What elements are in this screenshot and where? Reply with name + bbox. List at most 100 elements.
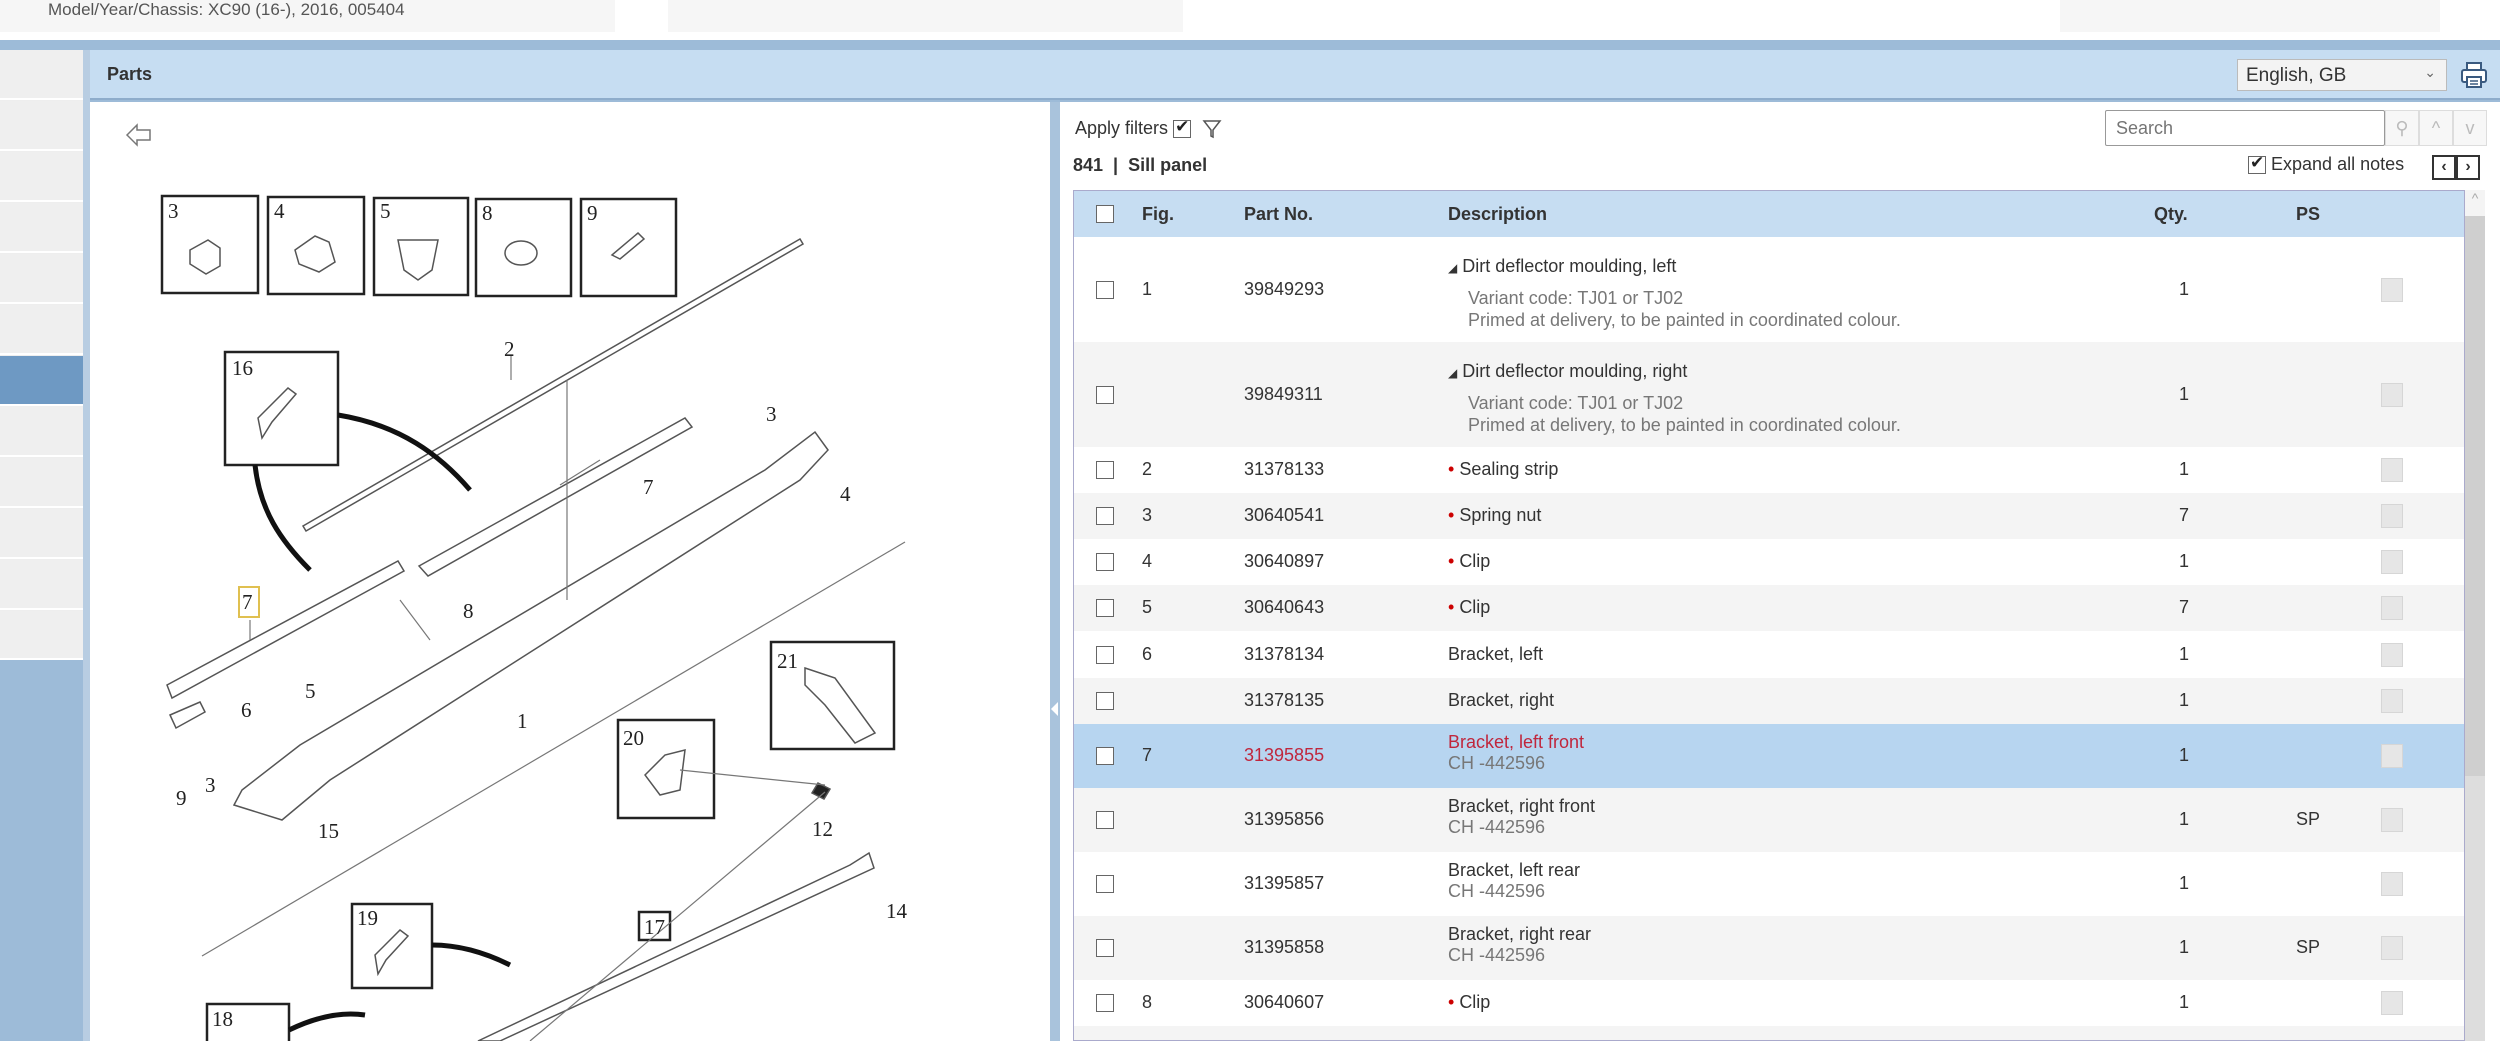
callout-label[interactable]: 3 — [168, 199, 179, 223]
sidebar-item[interactable] — [0, 509, 83, 559]
sidebar-item[interactable] — [0, 356, 83, 406]
callout-label[interactable]: 12 — [812, 817, 833, 841]
note-icon[interactable] — [2381, 277, 2403, 302]
note-icon[interactable] — [2381, 504, 2403, 528]
note-icon[interactable] — [2381, 596, 2403, 620]
row-description[interactable]: Clip — [1459, 597, 1490, 617]
callout-label[interactable]: 20 — [623, 726, 644, 750]
sidebar-item[interactable] — [0, 50, 83, 100]
callout-label[interactable]: 2 — [504, 337, 515, 361]
row-checkbox[interactable] — [1096, 280, 1114, 299]
callout-label[interactable]: 21 — [777, 649, 798, 673]
row-checkbox[interactable] — [1096, 692, 1114, 710]
table-row[interactable]: 31395858 1 SP Bracket, right rear CH -442… — [1074, 916, 2464, 980]
select-all-checkbox[interactable] — [1096, 205, 1114, 223]
callout-label[interactable]: 15 — [318, 819, 339, 843]
note-icon[interactable] — [2381, 458, 2403, 482]
row-checkbox[interactable] — [1096, 747, 1114, 765]
callout-label[interactable]: 5 — [305, 679, 316, 703]
back-arrow-icon[interactable] — [125, 123, 151, 147]
sidebar-item[interactable] — [0, 305, 83, 355]
print-icon[interactable] — [2460, 60, 2488, 90]
row-part-no[interactable]: 30640541 — [1244, 505, 1324, 526]
row-description[interactable]: Spring nut — [1459, 505, 1541, 525]
next-button[interactable]: › — [2456, 155, 2480, 180]
sidebar-item[interactable] — [0, 203, 83, 253]
callout-label[interactable]: 4 — [274, 199, 285, 223]
row-part-no[interactable]: 31395855 — [1244, 745, 1324, 766]
row-checkbox[interactable] — [1096, 553, 1114, 571]
row-checkbox[interactable] — [1096, 811, 1114, 829]
table-row[interactable]: 1 39849293 1 ◢ Dirt deflector moulding, l… — [1074, 237, 2464, 342]
row-part-no[interactable]: 30640643 — [1244, 597, 1324, 618]
column-ps[interactable]: PS — [2296, 204, 2320, 225]
row-part-no[interactable]: 31395856 — [1244, 809, 1324, 830]
note-icon[interactable] — [2381, 689, 2403, 713]
note-icon[interactable] — [2381, 744, 2403, 768]
row-checkbox[interactable] — [1096, 994, 1114, 1012]
row-part-no[interactable]: 31395858 — [1244, 937, 1324, 958]
row-checkbox[interactable] — [1096, 875, 1114, 893]
row-description[interactable]: Bracket, right rear — [1448, 924, 1591, 944]
panel-splitter[interactable] — [1050, 102, 1060, 1041]
callout-label[interactable]: 17 — [644, 915, 665, 939]
table-row[interactable]: 5 30640643 7 • Clip — [1074, 585, 2464, 631]
row-description[interactable]: Bracket, right — [1448, 690, 1554, 710]
callout-label[interactable]: 3 — [205, 773, 216, 797]
row-description[interactable]: Bracket, right front — [1448, 796, 1595, 816]
sidebar-item[interactable] — [0, 254, 83, 304]
exploded-diagram[interactable]: 3 4 5 8 91623478756 1931521201214171918 — [90, 102, 1050, 1041]
row-description[interactable]: Dirt deflector moulding, right — [1462, 361, 1687, 381]
note-icon[interactable] — [2381, 872, 2403, 896]
sidebar-item[interactable] — [0, 152, 83, 202]
table-row[interactable]: 31395857 1 Bracket, left rear CH -442596 — [1074, 852, 2464, 916]
row-part-no[interactable]: 30640897 — [1244, 551, 1324, 572]
row-description[interactable]: Bracket, left front — [1448, 732, 1584, 752]
sidebar-item[interactable] — [0, 101, 83, 151]
sidebar-item[interactable] — [0, 407, 83, 457]
note-icon[interactable] — [2381, 642, 2403, 667]
row-description[interactable]: Dirt deflector moulding, left — [1462, 256, 1676, 276]
callout-label[interactable]: 14 — [886, 899, 908, 923]
note-icon[interactable] — [2381, 991, 2403, 1015]
column-description[interactable]: Description — [1448, 204, 1547, 225]
row-part-no[interactable]: 31378134 — [1244, 644, 1324, 665]
prev-button[interactable]: ‹ — [2432, 155, 2456, 180]
row-checkbox[interactable] — [1096, 461, 1114, 479]
column-part-no[interactable]: Part No. — [1244, 204, 1313, 225]
row-checkbox[interactable] — [1096, 599, 1114, 617]
row-description[interactable]: Sealing strip — [1459, 459, 1558, 479]
table-row[interactable] — [1074, 1026, 2464, 1040]
column-qty[interactable]: Qty. — [2154, 204, 2188, 225]
table-row[interactable]: 6 31378134 1 Bracket, left — [1074, 631, 2464, 678]
apply-filters-checkbox[interactable] — [1173, 117, 1192, 139]
row-checkbox[interactable] — [1096, 645, 1114, 664]
callout-label[interactable]: 8 — [482, 201, 493, 225]
callout-label[interactable]: 9 — [587, 201, 598, 225]
row-checkbox[interactable] — [1096, 507, 1114, 525]
sidebar-item[interactable] — [0, 560, 83, 610]
row-checkbox[interactable] — [1096, 385, 1114, 404]
row-part-no[interactable]: 39849311 — [1244, 384, 1323, 405]
filter-icon[interactable] — [1202, 119, 1222, 139]
table-row[interactable]: 7 31395855 1 Bracket, left front CH -4425… — [1074, 724, 2464, 788]
note-icon[interactable] — [2381, 936, 2403, 960]
callout-label[interactable]: 18 — [212, 1007, 233, 1031]
row-checkbox[interactable] — [1096, 939, 1114, 957]
table-row[interactable]: 39849311 1 ◢ Dirt deflector moulding, rig… — [1074, 342, 2464, 447]
row-description[interactable]: Bracket, left — [1448, 644, 1543, 664]
table-row[interactable]: 3 30640541 7 • Spring nut — [1074, 493, 2464, 539]
row-part-no[interactable]: 31395857 — [1244, 873, 1324, 894]
row-part-no[interactable]: 39849293 — [1244, 279, 1324, 300]
note-icon[interactable] — [2381, 382, 2403, 407]
search-prev-button[interactable]: ^ — [2419, 110, 2453, 146]
table-row[interactable]: 2 31378133 1 • Sealing strip — [1074, 447, 2464, 493]
row-part-no[interactable]: 31378133 — [1244, 459, 1324, 480]
table-row[interactable]: 8 30640607 1 • Clip — [1074, 980, 2464, 1026]
note-icon[interactable] — [2381, 808, 2403, 832]
apply-filters[interactable]: Apply filters — [1075, 117, 1222, 139]
callout-label[interactable]: 6 — [241, 698, 252, 722]
row-description[interactable]: Clip — [1459, 992, 1490, 1012]
search-next-button[interactable]: v — [2453, 110, 2487, 146]
callout-label[interactable]: 4 — [840, 482, 851, 506]
